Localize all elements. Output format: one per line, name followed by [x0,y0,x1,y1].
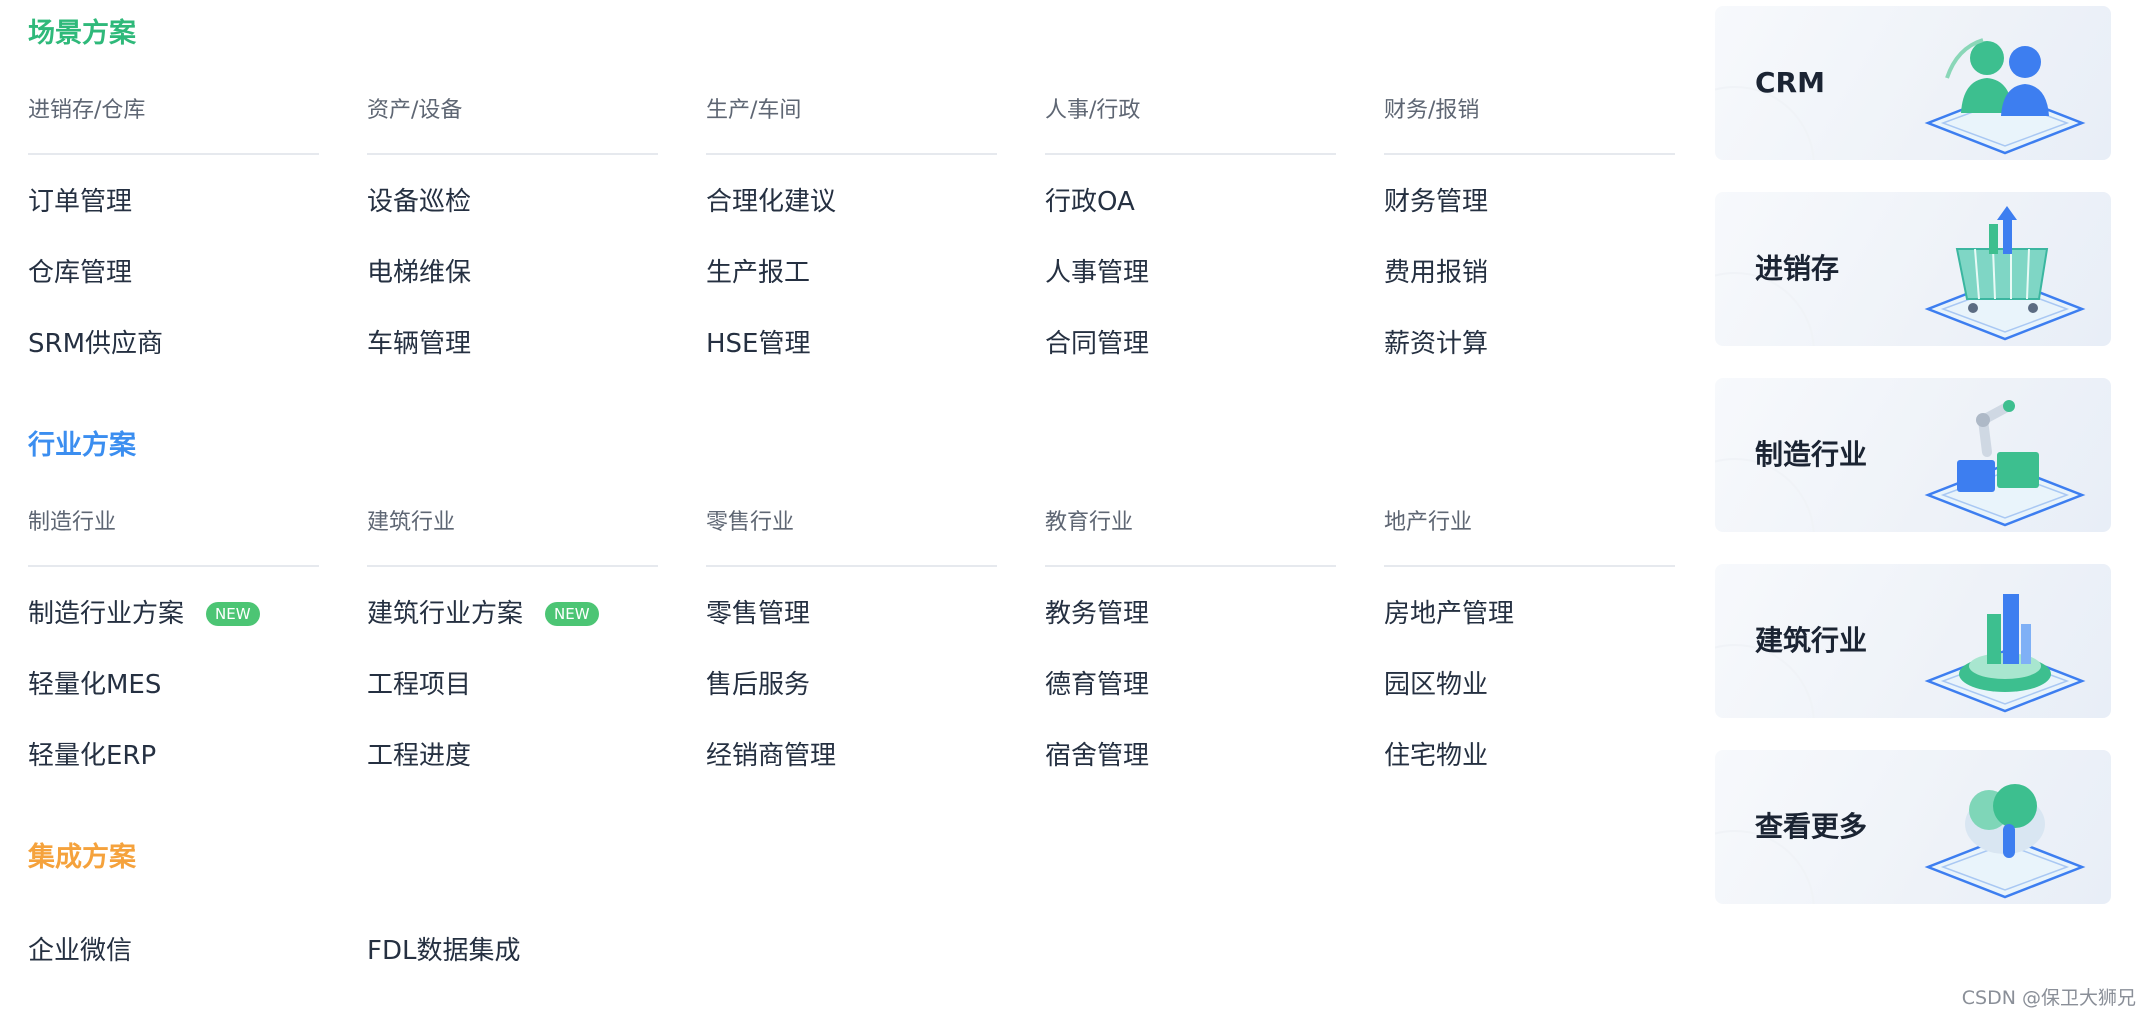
card-label: CRM [1755,66,1825,99]
people-icon [1924,38,2086,155]
card-label: 建筑行业 [1755,624,1868,657]
column-head: 零售行业 [706,510,795,535]
buildings-icon [1924,594,2086,713]
menu-item-mes[interactable]: 轻量化MES [28,662,367,733]
column-head: 教育行业 [1045,510,1134,535]
menu-item-finance[interactable]: 财务管理 [1384,179,1723,250]
section-scene: 场景方案 进销存/仓库 订单管理 仓库管理 SRM供应商 资产/设备 设备巡检 … [28,14,1678,359]
menu-item-progress[interactable]: 工程进度 [367,733,706,804]
column-divider [706,153,997,155]
menu-item-wecom[interactable]: 企业微信 [28,928,367,999]
integration-items: 企业微信 FDL数据集成 [28,928,706,999]
menu-item-expense[interactable]: 费用报销 [1384,250,1723,321]
section-industry: 行业方案 制造行业 制造行业方案 NEW 轻量化MES 轻量化ERP 建筑行业 建… [28,426,1678,771]
column-divider [1045,153,1336,155]
menu-item-retail[interactable]: 零售管理 [706,591,1045,662]
column-assets: 资产/设备 设备巡检 电梯维保 车辆管理 [367,94,706,392]
menu-item-academic[interactable]: 教务管理 [1045,591,1384,662]
card-construction[interactable]: 建筑行业 [1715,564,2111,718]
column-head: 地产行业 [1384,510,1473,535]
menu-item-residential[interactable]: 住宅物业 [1384,733,1723,804]
menu-item-srm[interactable]: SRM供应商 [28,321,367,392]
watermark: CSDN @保卫大狮兄 [1961,987,2136,1009]
column-inventory: 进销存/仓库 订单管理 仓库管理 SRM供应商 [28,94,367,392]
column-hr: 人事/行政 行政OA 人事管理 合同管理 [1045,94,1384,392]
section-title-scene: 场景方案 [28,18,136,49]
card-manufacturing[interactable]: 制造行业 [1715,378,2111,532]
column-divider [367,153,658,155]
menu-item-park[interactable]: 园区物业 [1384,662,1723,733]
menu-item-elevator[interactable]: 电梯维保 [367,250,706,321]
column-divider [1384,565,1675,567]
menu-item-realestate[interactable]: 房地产管理 [1384,591,1723,662]
section-title-integration: 集成方案 [28,842,136,873]
column-retail: 零售行业 零售管理 售后服务 经销商管理 [706,506,1045,804]
menu-item-dorm[interactable]: 宿舍管理 [1045,733,1384,804]
menu-item-project[interactable]: 工程项目 [367,662,706,733]
menu-item-manufacturing-solution[interactable]: 制造行业方案 NEW [28,591,367,662]
column-construction: 建筑行业 建筑行业方案 NEW 工程项目 工程进度 [367,506,706,804]
card-more[interactable]: 查看更多 [1715,750,2111,904]
column-divider [1384,153,1675,155]
column-divider [367,565,658,567]
menu-item-contract[interactable]: 合同管理 [1045,321,1384,392]
column-head: 人事/行政 [1045,98,1141,123]
new-badge: NEW [545,602,599,626]
menu-item-production-report[interactable]: 生产报工 [706,250,1045,321]
card-label: 查看更多 [1755,810,1868,843]
column-head: 财务/报销 [1384,98,1480,123]
section-title-industry: 行业方案 [28,430,136,461]
menu-item-inspection[interactable]: 设备巡检 [367,179,706,250]
robot-arm-icon [1924,400,2086,527]
new-badge: NEW [206,602,260,626]
column-head: 制造行业 [28,510,117,535]
scene-columns: 进销存/仓库 订单管理 仓库管理 SRM供应商 资产/设备 设备巡检 电梯维保 … [28,94,1723,392]
column-head: 生产/车间 [706,98,802,123]
section-integration: 集成方案 企业微信 FDL数据集成 [28,838,1678,966]
menu-item-order[interactable]: 订单管理 [28,179,367,250]
cart-icon [1924,206,2086,341]
column-divider [28,153,319,155]
menu-item-vehicle[interactable]: 车辆管理 [367,321,706,392]
card-inventory[interactable]: 进销存 [1715,192,2111,346]
menu-item-oa[interactable]: 行政OA [1045,179,1384,250]
card-label: 制造行业 [1755,438,1868,471]
menu-item-personnel[interactable]: 人事管理 [1045,250,1384,321]
column-head: 资产/设备 [367,98,463,123]
column-manufacturing: 制造行业 制造行业方案 NEW 轻量化MES 轻量化ERP [28,506,367,804]
menu-item-suggestion[interactable]: 合理化建议 [706,179,1045,250]
card-label: 进销存 [1755,252,1840,285]
menu-item-erp[interactable]: 轻量化ERP [28,733,367,804]
column-divider [1045,565,1336,567]
menu-item-dealer[interactable]: 经销商管理 [706,733,1045,804]
feature-cards: CRM 进销存 制造行业 建筑行业 查看更多 [1715,6,2111,936]
column-production: 生产/车间 合理化建议 生产报工 HSE管理 [706,94,1045,392]
column-head: 进销存/仓库 [28,98,146,123]
column-finance: 财务/报销 财务管理 费用报销 薪资计算 [1384,94,1723,392]
column-divider [28,565,319,567]
menu-item-moral[interactable]: 德育管理 [1045,662,1384,733]
menu-item-construction-solution[interactable]: 建筑行业方案 NEW [367,591,706,662]
menu-item-hse[interactable]: HSE管理 [706,321,1045,392]
menu-item-after-sales[interactable]: 售后服务 [706,662,1045,733]
menu-item-salary[interactable]: 薪资计算 [1384,321,1723,392]
column-divider [706,565,997,567]
column-head: 建筑行业 [367,510,456,535]
column-education: 教育行业 教务管理 德育管理 宿舍管理 [1045,506,1384,804]
card-crm[interactable]: CRM [1715,6,2111,160]
menu-item-warehouse[interactable]: 仓库管理 [28,250,367,321]
column-realestate: 地产行业 房地产管理 园区物业 住宅物业 [1384,506,1723,804]
cloud-icon [1924,784,2086,899]
menu-item-fdl[interactable]: FDL数据集成 [367,928,706,999]
industry-columns: 制造行业 制造行业方案 NEW 轻量化MES 轻量化ERP 建筑行业 建筑行业方案… [28,506,1723,804]
